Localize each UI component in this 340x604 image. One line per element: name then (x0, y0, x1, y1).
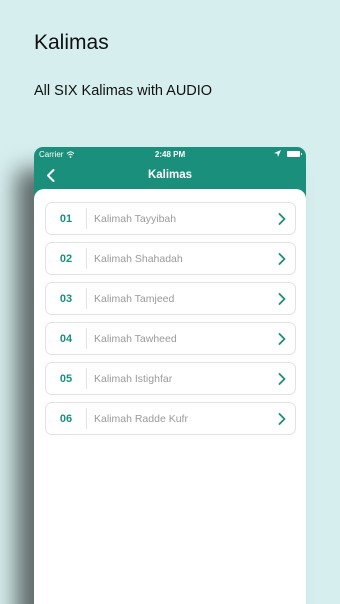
item-label: Kalimah Shahadah (94, 252, 183, 265)
status-right (274, 150, 302, 157)
item-number: 03 (59, 292, 73, 305)
item-label: Kalimah Tayyibah (94, 212, 177, 225)
item-label: Kalimah Tawheed (94, 332, 177, 345)
list-item[interactable]: 04 Kalimah Tawheed (45, 322, 296, 355)
divider (86, 248, 87, 269)
item-number: 06 (59, 412, 73, 425)
divider (86, 408, 87, 429)
promo-title: Kalimas (34, 31, 109, 54)
list-item[interactable]: 01 Kalimah Tayyibah (45, 202, 296, 235)
chevron-right-icon (275, 332, 289, 345)
item-number: 02 (59, 252, 73, 265)
promo-subtitle: All SIX Kalimas with AUDIO (34, 83, 213, 99)
chevron-right-icon (275, 372, 289, 385)
divider (86, 208, 87, 229)
divider (86, 328, 87, 349)
divider (86, 288, 87, 309)
status-bar: Carrier 2:48 PM (34, 147, 306, 162)
item-number: 04 (59, 332, 73, 345)
nav-title: Kalimas (147, 169, 193, 181)
battery-icon (287, 150, 302, 157)
chevron-right-icon (275, 252, 289, 265)
chevron-right-icon (275, 292, 289, 305)
list-item[interactable]: 05 Kalimah Istighfar (45, 362, 296, 395)
chevron-right-icon (275, 412, 289, 425)
status-time: 2:48 PM (154, 150, 186, 159)
item-label: Kalimah Tamjeed (94, 292, 175, 305)
phone-frame: Carrier 2:48 PM Kalimas 01 Kalimah Tayyi… (34, 147, 306, 604)
divider (86, 368, 87, 389)
location-arrow-icon (274, 150, 281, 157)
chevron-right-icon (275, 212, 289, 225)
item-label: Kalimah Radde Kufr (94, 412, 188, 425)
list-item[interactable]: 02 Kalimah Shahadah (45, 242, 296, 275)
list-item[interactable]: 03 Kalimah Tamjeed (45, 282, 296, 315)
item-label: Kalimah Istighfar (94, 372, 173, 385)
item-number: 05 (59, 372, 73, 385)
kalimas-list: 01 Kalimah Tayyibah 02 Kalimah Shahadah … (34, 189, 306, 604)
list-item[interactable]: 06 Kalimah Radde Kufr (45, 402, 296, 435)
nav-bar: Kalimas (34, 162, 306, 189)
item-number: 01 (59, 212, 73, 225)
